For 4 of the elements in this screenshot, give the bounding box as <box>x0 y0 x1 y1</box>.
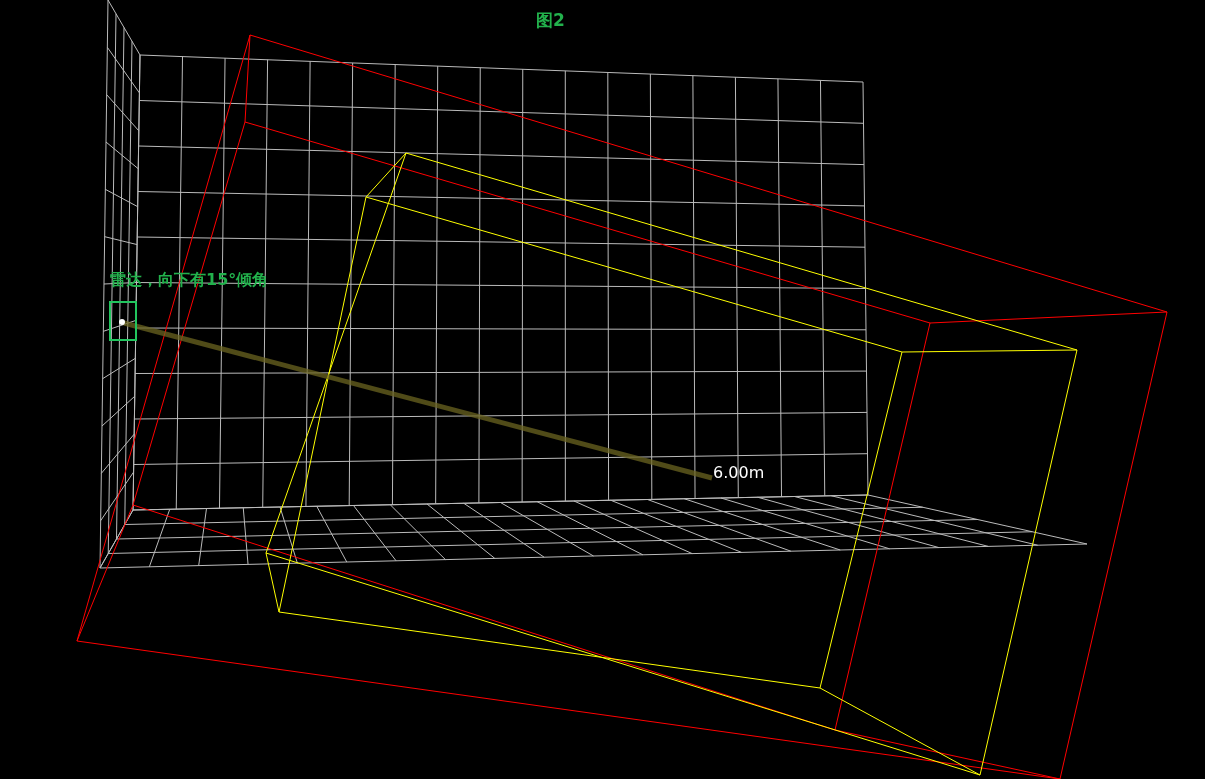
radar-point <box>119 319 125 325</box>
radar-marker <box>109 301 137 341</box>
figure-title: 图2 <box>536 9 565 32</box>
distance-label: 6.00m <box>713 462 765 484</box>
